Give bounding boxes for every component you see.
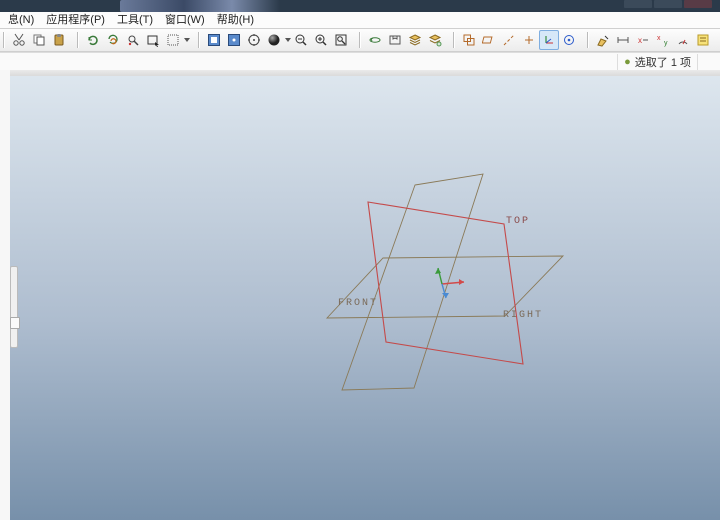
window-minimize-button[interactable] xyxy=(624,0,652,8)
group-handle[interactable] xyxy=(453,32,455,48)
point-disp-icon[interactable] xyxy=(519,30,539,50)
toolbar-annot-group: x xy xyxy=(593,30,713,50)
toolbar-edit-group xyxy=(9,30,69,50)
toolbar-display-group xyxy=(365,30,445,50)
graphics-viewport[interactable]: TOP FRONT RIGHT xyxy=(10,76,720,520)
menu-help[interactable]: 帮助(H) xyxy=(211,13,260,28)
menu-info[interactable]: 息(N) xyxy=(2,13,40,28)
refit-icon[interactable] xyxy=(204,30,224,50)
dropdown-arrow-icon[interactable] xyxy=(183,31,190,49)
layers-plus-icon[interactable] xyxy=(425,30,445,50)
svg-text:y: y xyxy=(664,40,668,47)
status-stub xyxy=(697,54,716,70)
x-dim-icon[interactable]: x xyxy=(633,30,653,50)
window-zoom-icon[interactable] xyxy=(224,30,244,50)
group-handle[interactable] xyxy=(198,32,200,48)
menu-bar: 息(N) 应用程序(P) 工具(T) 窗口(W) 帮助(H) xyxy=(0,12,720,29)
saved-view-icon[interactable] xyxy=(385,30,405,50)
datum-label-top[interactable]: TOP xyxy=(506,216,530,227)
dim-icon[interactable] xyxy=(613,30,633,50)
svg-text:x: x xyxy=(657,35,661,42)
layers-icon[interactable] xyxy=(405,30,425,50)
gauge-icon[interactable] xyxy=(673,30,693,50)
box-select-icon[interactable] xyxy=(143,30,163,50)
group-handle[interactable] xyxy=(3,32,5,48)
zoom-out-icon[interactable] xyxy=(291,30,311,50)
highlight-icon[interactable] xyxy=(693,30,713,50)
note-icon[interactable] xyxy=(593,30,613,50)
selection-status: ● 选取了 1 项 xyxy=(617,54,697,70)
group-handle[interactable] xyxy=(359,32,361,48)
zoom-in-icon[interactable] xyxy=(311,30,331,50)
csys-disp-icon[interactable] xyxy=(539,30,559,50)
selection-status-text: 选取了 1 项 xyxy=(635,54,691,70)
paste-icon[interactable] xyxy=(49,30,69,50)
cut-icon[interactable] xyxy=(9,30,29,50)
copy-icon[interactable] xyxy=(29,30,49,50)
sys-disp-icon[interactable] xyxy=(459,30,479,50)
xy-dim-icon[interactable]: xy xyxy=(653,30,673,50)
lasso-select-icon[interactable] xyxy=(163,30,183,50)
main-toolbar: x xy ▶? xyxy=(0,29,720,52)
datum-label-right[interactable]: RIGHT xyxy=(503,310,543,321)
title-bar xyxy=(0,0,720,12)
toolbar-view-group xyxy=(204,30,351,50)
status-bar: ● 选取了 1 项 xyxy=(0,52,720,72)
regen-all-icon[interactable] xyxy=(103,30,123,50)
shade-sphere-icon[interactable] xyxy=(264,30,284,50)
spin-icon[interactable] xyxy=(365,30,385,50)
axis-disp-icon[interactable] xyxy=(499,30,519,50)
annot-disp-icon[interactable] xyxy=(559,30,579,50)
workspace: TOP FRONT RIGHT xyxy=(0,70,720,520)
menu-app[interactable]: 应用程序(P) xyxy=(40,13,111,28)
window-maximize-button[interactable] xyxy=(654,0,682,8)
group-handle[interactable] xyxy=(77,32,79,48)
toolbar-datum-group xyxy=(459,30,579,50)
plane-disp-icon[interactable] xyxy=(479,30,499,50)
group-handle[interactable] xyxy=(587,32,589,48)
csys-origin-icon[interactable] xyxy=(435,268,464,298)
dropdown-arrow-icon[interactable] xyxy=(284,31,291,49)
regen-icon[interactable] xyxy=(83,30,103,50)
orient-icon[interactable] xyxy=(244,30,264,50)
status-dot-icon: ● xyxy=(624,56,631,68)
menu-tools[interactable]: 工具(T) xyxy=(111,13,159,28)
menu-window[interactable]: 窗口(W) xyxy=(159,13,211,28)
toolbar-regen-group xyxy=(83,30,190,50)
search-model-icon[interactable] xyxy=(123,30,143,50)
zoom-area-icon[interactable] xyxy=(331,30,351,50)
window-close-button[interactable] xyxy=(684,0,712,8)
svg-text:x: x xyxy=(638,36,642,45)
title-decoration xyxy=(120,0,280,12)
datum-label-front[interactable]: FRONT xyxy=(338,298,378,309)
